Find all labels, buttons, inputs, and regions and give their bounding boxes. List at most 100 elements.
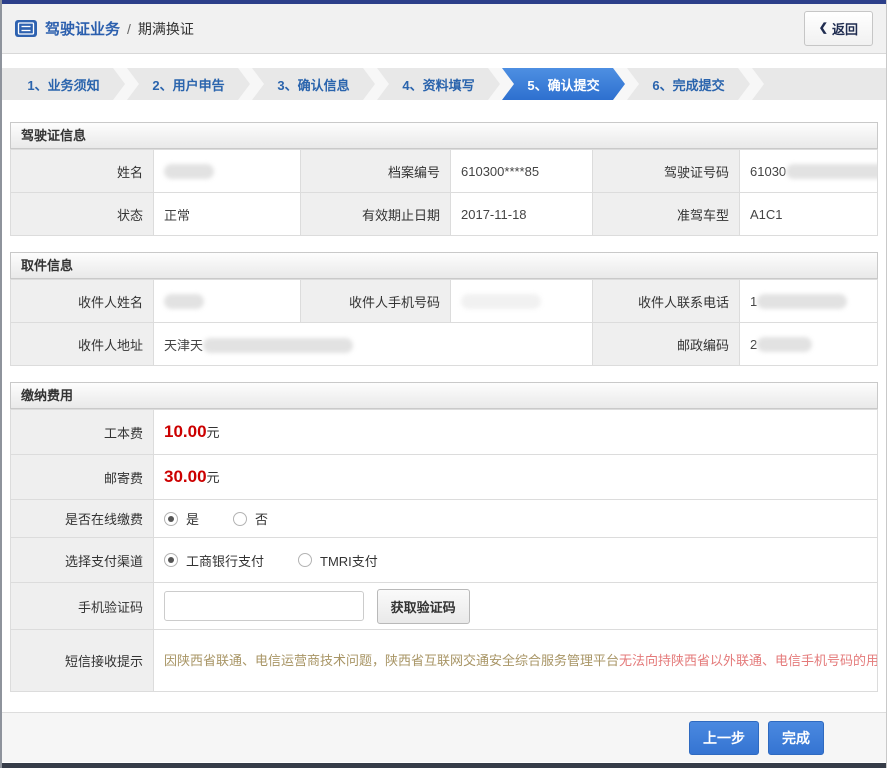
file-number-value: 610300****85 bbox=[450, 149, 593, 193]
valid-until-label: 有效期止日期 bbox=[300, 192, 451, 236]
postal-code-prefix: 2 bbox=[750, 336, 758, 352]
radio-unchecked-icon[interactable] bbox=[233, 511, 248, 526]
online-pay-label: 是否在线缴费 bbox=[10, 499, 154, 538]
step-bar-tail bbox=[752, 68, 886, 100]
channel-option-icbc[interactable]: 工商银行支付 bbox=[164, 551, 264, 570]
online-pay-option-yes[interactable]: 是 bbox=[164, 509, 199, 528]
pickup-info-section-title: 取件信息 bbox=[10, 252, 878, 279]
sms-notice-text: 因陕西省联通、电信运营商技术问题，陕西省互联网交通安全综合服务管理平台无法向持陕… bbox=[153, 629, 878, 692]
footer-action-bar: 上一步 完成 bbox=[2, 712, 886, 762]
redacted-license-number-blob bbox=[786, 163, 877, 179]
postage-fee-value: 30.00元 bbox=[153, 454, 878, 500]
online-pay-no-label: 否 bbox=[255, 512, 269, 527]
finish-button[interactable]: 完成 bbox=[768, 720, 824, 755]
breadcrumb-divider: / bbox=[127, 20, 131, 37]
pickup-info-table: 收件人姓名 收件人手机号码 收件人联系电话 1 收件人地址 天津天 邮政编码 2 bbox=[10, 279, 878, 366]
previous-step-button[interactable]: 上一步 bbox=[689, 720, 759, 755]
postage-fee-label: 邮寄费 bbox=[10, 454, 154, 500]
sms-code-input[interactable] bbox=[164, 591, 364, 621]
back-button[interactable]: ❮ 返回 bbox=[803, 11, 873, 46]
breadcrumb-current: 期满换证 bbox=[137, 20, 194, 37]
table-row: 状态 正常 有效期止日期 2017-11-18 准驾车型 A1C1 bbox=[10, 192, 878, 236]
document-list-icon bbox=[15, 20, 37, 37]
table-row: 收件人姓名 收件人手机号码 收件人联系电话 1 bbox=[10, 279, 878, 323]
license-number-value: 61030 bbox=[739, 149, 878, 193]
redacted-recipient-phone-blob bbox=[757, 293, 848, 309]
valid-until-value: 2017-11-18 bbox=[450, 192, 593, 236]
payment-section-title: 缴纳费用 bbox=[10, 382, 878, 409]
chevron-left-icon: ❮ bbox=[818, 22, 828, 34]
step-6-finish-submit: 6、完成提交 bbox=[627, 68, 750, 100]
step-3-confirm-info: 3、确认信息 bbox=[252, 68, 375, 100]
license-info-section: 驾驶证信息 姓名 档案编号 610300****85 驾驶证号码 61030 状… bbox=[10, 122, 878, 236]
sms-notice-part2: 无法向持陕西省以外联通、电信手机号码的用户发送短信, bbox=[619, 652, 876, 668]
postage-fee-amount: 30.00 bbox=[164, 467, 207, 486]
step-1-business-notes: 1、业务须知 bbox=[2, 68, 125, 100]
recipient-address-value: 天津天 bbox=[153, 322, 593, 366]
cost-fee-unit: 元 bbox=[206, 425, 220, 440]
license-info-section-title: 驾驶证信息 bbox=[10, 122, 878, 149]
header: 驾驶证业务 / 期满换证 ❮ 返回 bbox=[2, 4, 886, 54]
step-4-fill-in-data: 4、资料填写 bbox=[377, 68, 500, 100]
license-number-label: 驾驶证号码 bbox=[592, 149, 740, 193]
online-pay-yes-label: 是 bbox=[186, 512, 200, 527]
radio-unchecked-icon[interactable] bbox=[298, 553, 313, 567]
online-pay-options: 是 否 bbox=[153, 499, 878, 538]
bottom-edge-bar bbox=[2, 763, 886, 768]
table-row: 邮寄费 30.00元 bbox=[10, 454, 878, 500]
table-row: 手机验证码 获取验证码 bbox=[10, 582, 878, 630]
recipient-mobile-value bbox=[450, 279, 593, 323]
recipient-name-value bbox=[153, 279, 301, 323]
channel-tmri-label: TMRI支付 bbox=[320, 553, 378, 569]
channel-icbc-label: 工商银行支付 bbox=[186, 553, 265, 569]
license-number-prefix: 61030 bbox=[750, 163, 787, 179]
recipient-address-label: 收件人地址 bbox=[10, 322, 154, 366]
name-label: 姓名 bbox=[10, 149, 154, 193]
table-row: 短信接收提示 因陕西省联通、电信运营商技术问题，陕西省互联网交通安全综合服务管理… bbox=[10, 629, 878, 692]
recipient-mobile-label: 收件人手机号码 bbox=[300, 279, 451, 323]
sms-notice-label: 短信接收提示 bbox=[10, 629, 154, 692]
redacted-postal-code-blob bbox=[757, 336, 813, 352]
table-row: 选择支付渠道 工商银行支付 TMRI支付 bbox=[10, 537, 878, 583]
status-value: 正常 bbox=[153, 192, 301, 236]
table-row: 收件人地址 天津天 邮政编码 2 bbox=[10, 322, 878, 366]
sms-code-label: 手机验证码 bbox=[10, 582, 154, 630]
table-row: 是否在线缴费 是 否 bbox=[10, 499, 878, 538]
postage-fee-unit: 元 bbox=[206, 470, 220, 485]
recipient-address-prefix: 天津天 bbox=[164, 337, 204, 353]
get-sms-code-button[interactable]: 获取验证码 bbox=[376, 588, 470, 624]
status-label: 状态 bbox=[10, 192, 154, 236]
back-button-label: 返回 bbox=[831, 22, 858, 37]
channel-option-tmri[interactable]: TMRI支付 bbox=[298, 551, 378, 570]
payment-channel-label: 选择支付渠道 bbox=[10, 537, 154, 583]
postal-code-value: 2 bbox=[739, 322, 878, 366]
file-number-label: 档案编号 bbox=[300, 149, 451, 193]
pickup-info-section: 取件信息 收件人姓名 收件人手机号码 收件人联系电话 1 收件人地址 天津天 邮… bbox=[10, 252, 878, 366]
page-title: 驾驶证业务 bbox=[45, 21, 121, 38]
step-progress-bar: 1、业务须知 2、用户申告 3、确认信息 4、资料填写 5、确认提交 6、完成提… bbox=[2, 68, 886, 100]
redacted-recipient-name-blob bbox=[164, 293, 204, 309]
license-info-table: 姓名 档案编号 610300****85 驾驶证号码 61030 状态 正常 有… bbox=[10, 149, 878, 236]
step-5-confirm-submit-active: 5、确认提交 bbox=[502, 68, 625, 100]
recipient-name-label: 收件人姓名 bbox=[10, 279, 154, 323]
sms-code-field: 获取验证码 bbox=[153, 582, 878, 630]
vehicle-class-label: 准驾车型 bbox=[592, 192, 740, 236]
page: 驾驶证业务 / 期满换证 ❮ 返回 1、业务须知 2、用户申告 3、确认信息 4… bbox=[0, 0, 887, 768]
sms-notice-part1: 因陕西省联通、电信运营商技术问题，陕西省互联网交通安全综合服务管理平台 bbox=[164, 652, 620, 668]
table-row: 工本费 10.00元 bbox=[10, 409, 878, 455]
payment-channel-options: 工商银行支付 TMRI支付 bbox=[153, 537, 878, 583]
online-pay-option-no[interactable]: 否 bbox=[233, 509, 268, 528]
payment-table: 工本费 10.00元 邮寄费 30.00元 是否在线缴费 是 否 选择支付渠道 bbox=[10, 409, 878, 692]
radio-checked-icon[interactable] bbox=[164, 511, 178, 526]
table-row: 姓名 档案编号 610300****85 驾驶证号码 61030 bbox=[10, 149, 878, 193]
payment-section: 缴纳费用 工本费 10.00元 邮寄费 30.00元 是否在线缴费 是 否 选择… bbox=[10, 382, 878, 692]
cost-fee-amount: 10.00 bbox=[164, 422, 207, 441]
recipient-phone-label: 收件人联系电话 bbox=[592, 279, 740, 323]
cost-fee-value: 10.00元 bbox=[153, 409, 878, 455]
radio-checked-icon[interactable] bbox=[164, 553, 178, 567]
step-2-user-declaration: 2、用户申告 bbox=[127, 68, 250, 100]
vehicle-class-value: A1C1 bbox=[739, 192, 878, 236]
redacted-recipient-address-blob bbox=[203, 337, 354, 353]
redacted-name-blob bbox=[164, 163, 214, 179]
cost-fee-label: 工本费 bbox=[10, 409, 154, 455]
